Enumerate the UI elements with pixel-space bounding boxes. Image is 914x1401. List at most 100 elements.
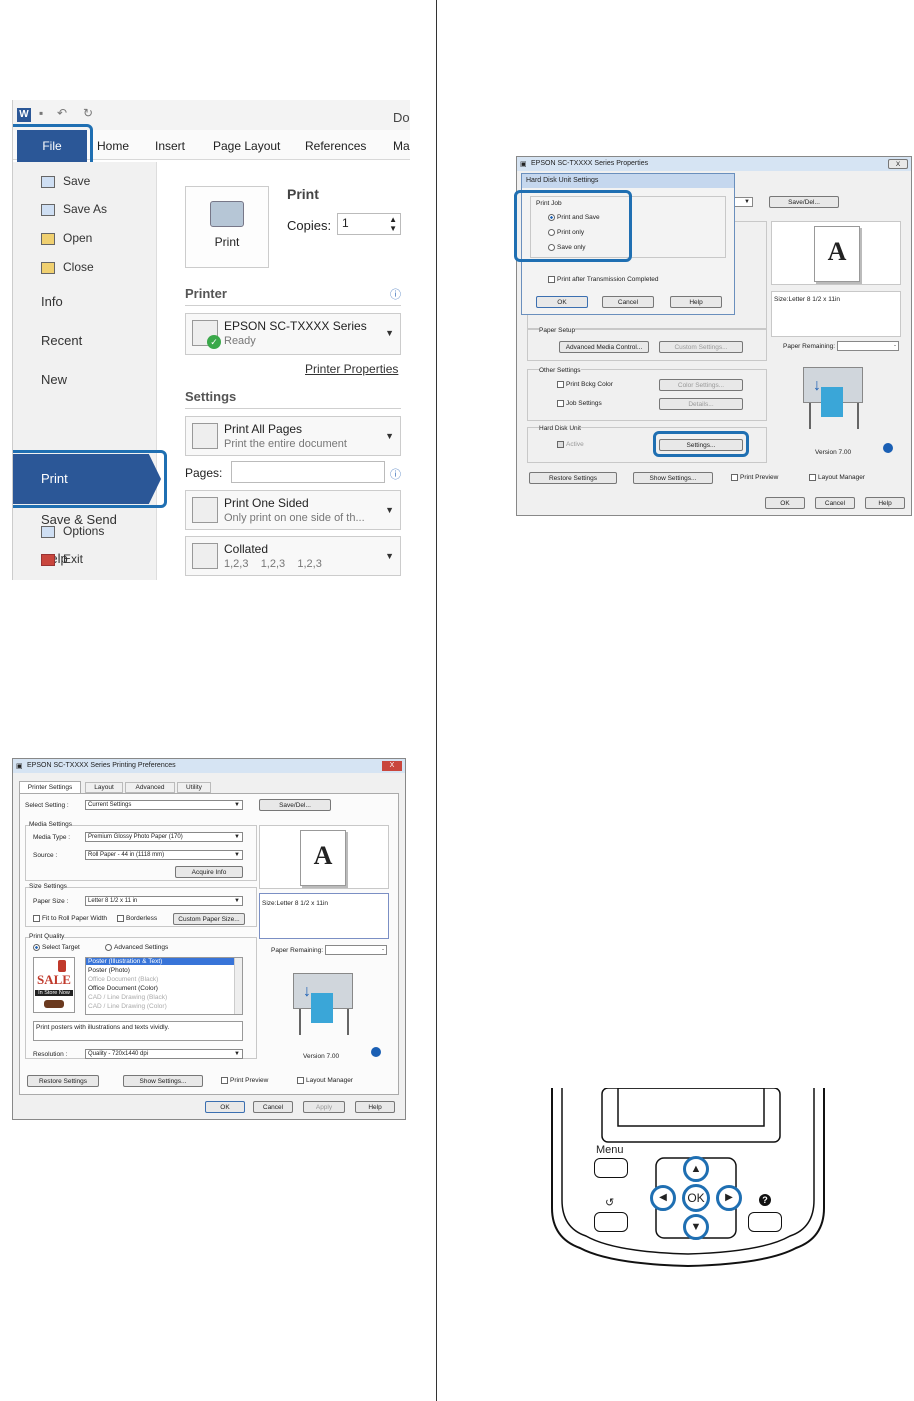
advanced-media-control-button[interactable]: Advanced Media Control...: [559, 341, 649, 353]
nav-save[interactable]: Save: [41, 174, 90, 188]
custom-settings-button[interactable]: Custom Settings...: [659, 341, 743, 353]
nav-recent[interactable]: Recent: [41, 333, 82, 348]
spinner-icon[interactable]: ▲ ▼: [389, 215, 397, 233]
save-del-button[interactable]: Save/Del...: [259, 799, 331, 811]
hdd-cancel-button[interactable]: Cancel: [602, 296, 654, 308]
close-button[interactable]: X: [382, 761, 402, 771]
layout-manager-checkbox[interactable]: Layout Manager: [809, 474, 865, 481]
paper-size-dropdown[interactable]: Letter 8 1/2 x 11 in ▼: [85, 896, 243, 906]
show-settings-button[interactable]: Show Settings...: [633, 472, 713, 484]
print-preview-checkbox[interactable]: Print Preview: [221, 1077, 268, 1084]
nav-options[interactable]: Options: [41, 524, 104, 538]
fit-roll-checkbox[interactable]: Fit to Roll Paper Width: [33, 915, 107, 922]
nav-exit[interactable]: Exit: [41, 552, 83, 566]
target-listbox[interactable]: Poster (Illustration & Text) Poster (Pho…: [85, 957, 243, 1015]
nav-info[interactable]: Info: [41, 294, 63, 309]
info-icon[interactable]: ⓘ: [390, 286, 401, 302]
pages-label: Pages:: [185, 466, 223, 480]
show-settings-button[interactable]: Show Settings...: [123, 1075, 203, 1087]
target-item[interactable]: CAD / Line Drawing (Color): [88, 1003, 167, 1010]
pages-input[interactable]: [231, 461, 385, 483]
target-item[interactable]: Poster (Photo): [88, 967, 130, 974]
help-button[interactable]: Help: [865, 497, 905, 509]
resolution-dropdown[interactable]: Quality - 720x1440 dpi ▼: [85, 1049, 243, 1059]
apply-button[interactable]: Apply: [303, 1101, 345, 1113]
down-button[interactable]: ▼: [683, 1214, 709, 1240]
save-del-button[interactable]: Save/Del...: [769, 196, 839, 208]
close-button[interactable]: X: [888, 159, 908, 169]
ok-button[interactable]: OK: [682, 1184, 710, 1212]
target-item[interactable]: Poster (Illustration & Text): [86, 958, 234, 965]
color-settings-button[interactable]: Color Settings...: [659, 379, 743, 391]
help-button[interactable]: [748, 1212, 782, 1232]
redo-icon[interactable]: ↻: [83, 106, 93, 120]
left-button[interactable]: ◀: [650, 1185, 676, 1211]
source-dropdown[interactable]: Roll Paper - 44 in (1118 mm) ▼: [85, 850, 243, 860]
select-target-radio[interactable]: Select Target: [33, 944, 80, 951]
chevron-down-icon: ▼: [385, 431, 394, 441]
custom-paper-size-button[interactable]: Custom Paper Size...: [173, 913, 245, 925]
tab-mailings[interactable]: Ma: [393, 139, 410, 153]
right-button[interactable]: ▶: [716, 1185, 742, 1211]
print-nav-highlight: [13, 450, 167, 508]
borderless-checkbox[interactable]: Borderless: [117, 915, 157, 922]
help-button[interactable]: Help: [355, 1101, 395, 1113]
ok-button[interactable]: OK: [205, 1101, 245, 1113]
cancel-button[interactable]: Cancel: [253, 1101, 293, 1113]
info-globe-icon[interactable]: [883, 443, 893, 453]
tab-page-layout[interactable]: Page Layout: [213, 139, 280, 153]
print-bckg-checkbox[interactable]: Print Bckg Color: [557, 381, 613, 388]
advanced-settings-radio[interactable]: Advanced Settings: [105, 944, 168, 951]
target-item[interactable]: CAD / Line Drawing (Black): [88, 994, 167, 1001]
menu-button[interactable]: [594, 1158, 628, 1178]
media-type-dropdown[interactable]: Premium Glossy Photo Paper (170) ▼: [85, 832, 243, 842]
restore-settings-button[interactable]: Restore Settings: [529, 472, 617, 484]
scrollbar[interactable]: [234, 958, 242, 1014]
active-checkbox[interactable]: Active: [557, 441, 584, 448]
select-setting-dropdown[interactable]: Current Settings ▼: [85, 800, 243, 810]
details-button[interactable]: Details...: [659, 398, 743, 410]
job-settings-checkbox[interactable]: Job Settings: [557, 400, 602, 407]
print-range-select[interactable]: Print All Pages Print the entire documen…: [185, 416, 401, 456]
tab-layout[interactable]: Layout: [85, 782, 123, 793]
printer-status: Ready: [224, 335, 256, 347]
active-label: Active: [566, 441, 584, 449]
tab-advanced[interactable]: Advanced: [125, 782, 175, 793]
up-button[interactable]: ▲: [683, 1156, 709, 1182]
paper-remaining-select[interactable]: -: [325, 945, 387, 955]
print-after-checkbox[interactable]: Print after Transmission Completed: [548, 276, 659, 283]
back-button[interactable]: [594, 1212, 628, 1232]
undo-icon[interactable]: ↶: [57, 106, 67, 120]
paper-remaining-select[interactable]: -: [837, 341, 899, 351]
nav-new[interactable]: New: [41, 372, 67, 387]
save-icon[interactable]: ▪: [39, 106, 43, 120]
target-thumbnail: SALE In Store Now: [33, 957, 75, 1013]
printer-select[interactable]: ✓ EPSON SC-TXXXX Series Ready ▼: [185, 313, 401, 355]
tab-insert[interactable]: Insert: [155, 139, 185, 153]
hdd-help-button[interactable]: Help: [670, 296, 722, 308]
sides-select[interactable]: Print One Sided Only print on one side o…: [185, 490, 401, 530]
tab-home[interactable]: Home: [97, 139, 129, 153]
target-item[interactable]: Office Document (Color): [88, 985, 158, 992]
copies-input[interactable]: 1 ▲ ▼: [337, 213, 401, 235]
acquire-info-button[interactable]: Acquire Info: [175, 866, 243, 878]
print-button[interactable]: Print: [185, 186, 269, 268]
target-item[interactable]: Office Document (Black): [88, 976, 158, 983]
nav-save-as[interactable]: Save As: [41, 202, 107, 216]
info-globe-icon[interactable]: [371, 1047, 381, 1057]
tab-printer-settings[interactable]: Printer Settings: [19, 781, 81, 793]
chevron-down-icon: ▼: [744, 199, 750, 205]
layout-manager-checkbox[interactable]: Layout Manager: [297, 1077, 353, 1084]
hdd-ok-button[interactable]: OK: [536, 296, 588, 308]
ok-button[interactable]: OK: [765, 497, 805, 509]
nav-open[interactable]: Open: [41, 231, 92, 245]
cancel-button[interactable]: Cancel: [815, 497, 855, 509]
tab-utility[interactable]: Utility: [177, 782, 211, 793]
nav-close[interactable]: Close: [41, 260, 94, 274]
print-preview-checkbox[interactable]: Print Preview: [731, 474, 778, 481]
collation-select[interactable]: Collated 1,2,3 1,2,3 1,2,3 ▼: [185, 536, 401, 576]
tab-references[interactable]: References: [305, 139, 366, 153]
printer-properties-link[interactable]: Printer Properties: [305, 362, 398, 376]
restore-settings-button[interactable]: Restore Settings: [27, 1075, 99, 1087]
info-icon[interactable]: ⓘ: [390, 466, 401, 482]
